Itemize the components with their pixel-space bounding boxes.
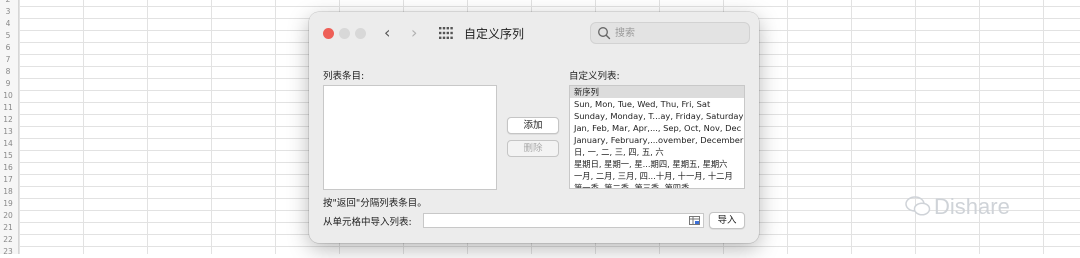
row-number[interactable]: 8 <box>0 66 16 78</box>
row-number[interactable]: 12 <box>0 114 16 126</box>
watermark-text: Dishare <box>934 194 1010 219</box>
row-number[interactable]: 16 <box>0 162 16 174</box>
search-field[interactable] <box>590 22 750 44</box>
custom-lists-listbox[interactable]: 新序列 Sun, Mon, Tue, Wed, Thu, Fri, Sat Sund… <box>569 85 745 189</box>
row-number[interactable]: 23 <box>0 246 16 258</box>
import-button[interactable]: 导入 <box>709 212 745 229</box>
row-number[interactable]: 20 <box>0 210 16 222</box>
back-button[interactable]: ‹ <box>384 23 390 43</box>
add-button[interactable]: 添加 <box>507 117 559 134</box>
row-number[interactable]: 5 <box>0 30 16 42</box>
custom-list-item[interactable]: 日, 一, 二, 三, 四, 五, 六 <box>570 146 744 158</box>
row-number[interactable]: 7 <box>0 54 16 66</box>
custom-lists-dialog: ‹ › 自定义序列 列表条目: 自定义列表: 添加 删除 新序列Sun, Mon… <box>309 12 759 243</box>
custom-list-item[interactable]: January, February,...ovember, December <box>570 134 744 146</box>
forward-button[interactable]: › <box>411 23 417 43</box>
row-number[interactable]: 17 <box>0 174 16 186</box>
wechat-icon <box>905 196 931 216</box>
return-hint: 按"返回"分隔列表条目。 <box>323 198 427 209</box>
custom-list-item[interactable]: Sun, Mon, Tue, Wed, Thu, Fri, Sat <box>570 98 744 110</box>
maximize-button[interactable] <box>355 28 366 39</box>
row-header: 234567891011121314151617181920212223 <box>0 0 19 256</box>
search-icon <box>598 27 611 40</box>
titlebar: ‹ › 自定义序列 <box>309 12 759 54</box>
grid-icon[interactable] <box>439 27 453 39</box>
row-number[interactable]: 14 <box>0 138 16 150</box>
import-range-field[interactable] <box>423 213 704 228</box>
close-button[interactable] <box>323 28 334 39</box>
list-entries-textarea[interactable] <box>323 85 497 190</box>
row-number[interactable]: 13 <box>0 126 16 138</box>
custom-list-item[interactable]: 新序列 <box>570 86 744 98</box>
minimize-button[interactable] <box>339 28 350 39</box>
row-number[interactable]: 4 <box>0 18 16 30</box>
custom-list-item[interactable]: Sunday, Monday, T...ay, Friday, Saturday <box>570 110 744 122</box>
custom-list-item[interactable]: Jan, Feb, Mar, Apr,..., Sep, Oct, Nov, D… <box>570 122 744 134</box>
custom-list-item[interactable]: 一月, 二月, 三月, 四...十月, 十一月, 十二月 <box>570 170 744 182</box>
row-number[interactable]: 3 <box>0 6 16 18</box>
row-number[interactable]: 10 <box>0 90 16 102</box>
row-number[interactable]: 18 <box>0 186 16 198</box>
row-number[interactable]: 19 <box>0 198 16 210</box>
entries-label: 列表条目: <box>323 71 365 82</box>
custom-lists-label: 自定义列表: <box>569 71 620 82</box>
row-number[interactable]: 6 <box>0 42 16 54</box>
row-number[interactable]: 22 <box>0 234 16 246</box>
row-number[interactable]: 11 <box>0 102 16 114</box>
custom-list-item[interactable]: 第一季, 第二季, 第三季, 第四季 <box>570 182 744 188</box>
row-number[interactable]: 21 <box>0 222 16 234</box>
search-input[interactable] <box>615 25 743 41</box>
custom-list-item[interactable]: 星期日, 星期一, 星...期四, 星期五, 星期六 <box>570 158 744 170</box>
dialog-title: 自定义序列 <box>464 27 525 41</box>
import-label: 从单元格中导入列表: <box>323 217 412 228</box>
row-number[interactable]: 15 <box>0 150 16 162</box>
delete-button[interactable]: 删除 <box>507 140 559 157</box>
range-picker-icon[interactable] <box>689 216 700 225</box>
row-number[interactable]: 9 <box>0 78 16 90</box>
